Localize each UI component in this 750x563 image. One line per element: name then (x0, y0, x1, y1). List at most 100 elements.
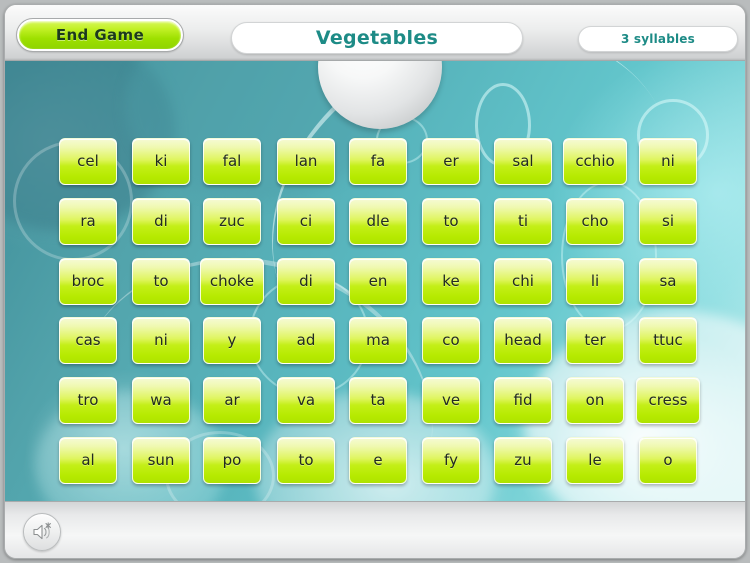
syllable-tile[interactable]: ar (203, 377, 261, 424)
syllable-tile-label: ma (366, 331, 390, 349)
syllable-tile-label: li (590, 272, 600, 290)
syllable-tile[interactable]: on (566, 377, 624, 424)
syllable-tile-label: di (154, 212, 168, 230)
syllable-tile[interactable]: cho (566, 198, 624, 245)
sound-toggle-button[interactable] (23, 513, 61, 551)
syllable-tile-label: sa (659, 272, 677, 290)
syllable-tile[interactable]: va (277, 377, 335, 424)
syllable-tile[interactable]: cress (636, 377, 700, 424)
syllable-tile[interactable]: fa (349, 138, 407, 185)
syllable-tile[interactable]: cas (59, 317, 117, 364)
syllable-tile-label: ra (80, 212, 96, 230)
syllable-tile[interactable]: o (639, 437, 697, 484)
syllable-tile[interactable]: li (566, 258, 624, 305)
syllable-tile[interactable]: choke (200, 258, 264, 305)
top-toolbar: End Game Vegetables 3 syllables (5, 5, 745, 61)
syllable-count-badge: 3 syllables (578, 26, 738, 52)
syllable-tile-label: er (443, 152, 459, 170)
syllable-tile-label: ad (296, 331, 316, 349)
syllable-tile[interactable]: ni (132, 317, 190, 364)
syllable-tile-label: to (153, 272, 169, 290)
syllable-tile-label: zuc (219, 212, 245, 230)
syllable-tile-label: fy (444, 451, 458, 469)
syllable-tile[interactable]: sa (639, 258, 697, 305)
syllable-tile-label: po (222, 451, 242, 469)
syllable-tile[interactable]: ti (494, 198, 552, 245)
syllable-tile-label: ti (517, 212, 529, 230)
syllable-tile-label: al (81, 451, 95, 469)
syllable-tile[interactable]: ter (566, 317, 624, 364)
syllable-tile[interactable]: head (494, 317, 552, 364)
syllable-tile-label: ar (224, 391, 240, 409)
syllable-tile-label: e (373, 451, 383, 469)
syllable-tile-label: ni (661, 152, 675, 170)
syllable-tile-label: ke (442, 272, 460, 290)
syllable-tile[interactable]: ve (422, 377, 480, 424)
syllable-tile[interactable]: ke (422, 258, 480, 305)
syllable-tile-label: sal (512, 152, 534, 170)
page-title-text: Vegetables (315, 27, 439, 49)
syllable-tile[interactable]: fid (494, 377, 552, 424)
syllable-tile[interactable]: sun (132, 437, 190, 484)
syllable-tile[interactable]: di (132, 198, 190, 245)
syllable-tile[interactable]: ad (277, 317, 335, 364)
syllable-tile[interactable]: y (203, 317, 261, 364)
syllable-tile-label: co (442, 331, 460, 349)
syllable-tile[interactable]: chi (494, 258, 552, 305)
syllable-tile-label: ci (299, 212, 313, 230)
syllable-tile[interactable]: po (203, 437, 261, 484)
syllable-tile[interactable]: le (566, 437, 624, 484)
syllable-tile[interactable]: al (59, 437, 117, 484)
syllable-tile[interactable]: ma (349, 317, 407, 364)
syllable-tile[interactable]: co (422, 317, 480, 364)
syllable-tile-label: ve (441, 391, 461, 409)
syllable-tile-label: to (443, 212, 459, 230)
syllable-tile[interactable]: ra (59, 198, 117, 245)
syllable-tile-label: cel (77, 152, 99, 170)
syllable-tile-grid: cel ki fal lan fa er sal cchio ni ra di zuc ci dle to t… (5, 61, 745, 501)
syllable-tile-label: dle (366, 212, 390, 230)
syllable-tile[interactable]: sal (494, 138, 552, 185)
syllable-tile-label: en (368, 272, 388, 290)
syllable-tile-label: ta (370, 391, 386, 409)
syllable-tile-label: ttuc (653, 331, 683, 349)
syllable-tile[interactable]: zu (494, 437, 552, 484)
syllable-tile[interactable]: ni (639, 138, 697, 185)
syllable-tile[interactable]: ki (132, 138, 190, 185)
syllable-tile-label: ki (154, 152, 168, 170)
end-game-label: End Game (55, 26, 145, 44)
game-play-area: cel ki fal lan fa er sal cchio ni ra di zuc ci dle to t… (5, 61, 745, 501)
syllable-tile-label: head (504, 331, 542, 349)
syllable-tile[interactable]: di (277, 258, 335, 305)
syllable-tile-label: fid (513, 391, 533, 409)
speaker-muted-icon (31, 522, 53, 542)
syllable-tile[interactable]: e (349, 437, 407, 484)
bottom-status-bar (5, 501, 745, 558)
syllable-tile[interactable]: wa (132, 377, 190, 424)
syllable-tile[interactable]: to (422, 198, 480, 245)
syllable-tile[interactable]: ttuc (639, 317, 697, 364)
syllable-tile[interactable]: fy (422, 437, 480, 484)
syllable-tile[interactable]: lan (277, 138, 335, 185)
syllable-tile[interactable]: cel (59, 138, 117, 185)
syllable-tile[interactable]: broc (59, 258, 117, 305)
syllable-tile[interactable]: dle (349, 198, 407, 245)
syllable-tile-label: di (299, 272, 313, 290)
syllable-tile[interactable]: ta (349, 377, 407, 424)
syllable-tile-label: y (227, 331, 237, 349)
syllable-tile[interactable]: zuc (203, 198, 261, 245)
syllable-tile[interactable]: cchio (563, 138, 627, 185)
syllable-tile-label: cas (75, 331, 101, 349)
end-game-button[interactable]: End Game (16, 18, 184, 52)
syllable-tile[interactable]: to (132, 258, 190, 305)
syllable-tile-label: sun (147, 451, 175, 469)
syllable-tile[interactable]: ci (277, 198, 335, 245)
syllable-tile[interactable]: fal (203, 138, 261, 185)
syllable-tile[interactable]: en (349, 258, 407, 305)
syllable-tile[interactable]: tro (59, 377, 117, 424)
syllable-tile[interactable]: to (277, 437, 335, 484)
syllable-tile[interactable]: si (639, 198, 697, 245)
syllable-tile-label: broc (71, 272, 105, 290)
syllable-tile-label: ter (584, 331, 606, 349)
syllable-tile[interactable]: er (422, 138, 480, 185)
